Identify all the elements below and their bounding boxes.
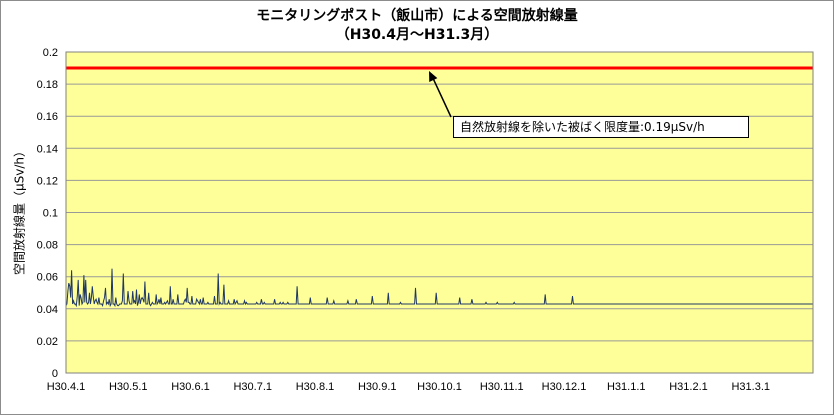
y-tick-label: 0.08 [37,240,58,252]
chart-svg: 00.020.040.060.080.10.120.140.160.180.2 … [37,47,814,393]
x-tick-label: H30.4.1 [47,381,86,393]
x-tick-label: H30.11.1 [480,381,524,393]
x-tick-label: H30.8.1 [296,381,335,393]
y-tick-label: 0.12 [37,175,58,187]
y-tick-label: 0 [52,368,58,380]
x-tick-label: H30.12.1 [542,381,587,393]
y-axis-label: 空間放射線量（μSv/h） [12,144,27,276]
y-tick-label: 0.14 [37,143,58,155]
y-tick-label: 0.2 [43,47,58,59]
x-tick-label: H31.1.1 [607,381,646,393]
x-tick-label: H30.10.1 [417,381,462,393]
y-tick-label: 0.16 [37,111,58,123]
y-tick-label: 0.18 [37,79,58,91]
x-tick-label: H30.7.1 [233,381,272,393]
y-tick-label: 0.04 [37,304,58,316]
x-tick-label: H30.6.1 [171,381,210,393]
x-tick-label: H30.5.1 [109,381,148,393]
reference-annotation: 自然放射線を除いた被ばく限度量:0.19μSv/h [453,116,749,138]
x-tick-label: H30.9.1 [358,381,397,393]
y-tick-labels: 0 0.02 0.04 0.06 0.08 0.1 0.12 0.14 0.16 0.18 0.2 [37,47,58,380]
y-tick-label: 0.1 [43,208,58,220]
x-tick-labels: H30.4.1 H30.5.1 H30.6.1 H30.7.1 H30.8.1 H30.9… [47,381,770,393]
y-tick-label: 0.06 [37,272,58,284]
y-tick-label: 0.02 [37,336,58,348]
x-tick-label: H31.3.1 [731,381,770,393]
x-tick-label: H31.2.1 [669,381,708,393]
